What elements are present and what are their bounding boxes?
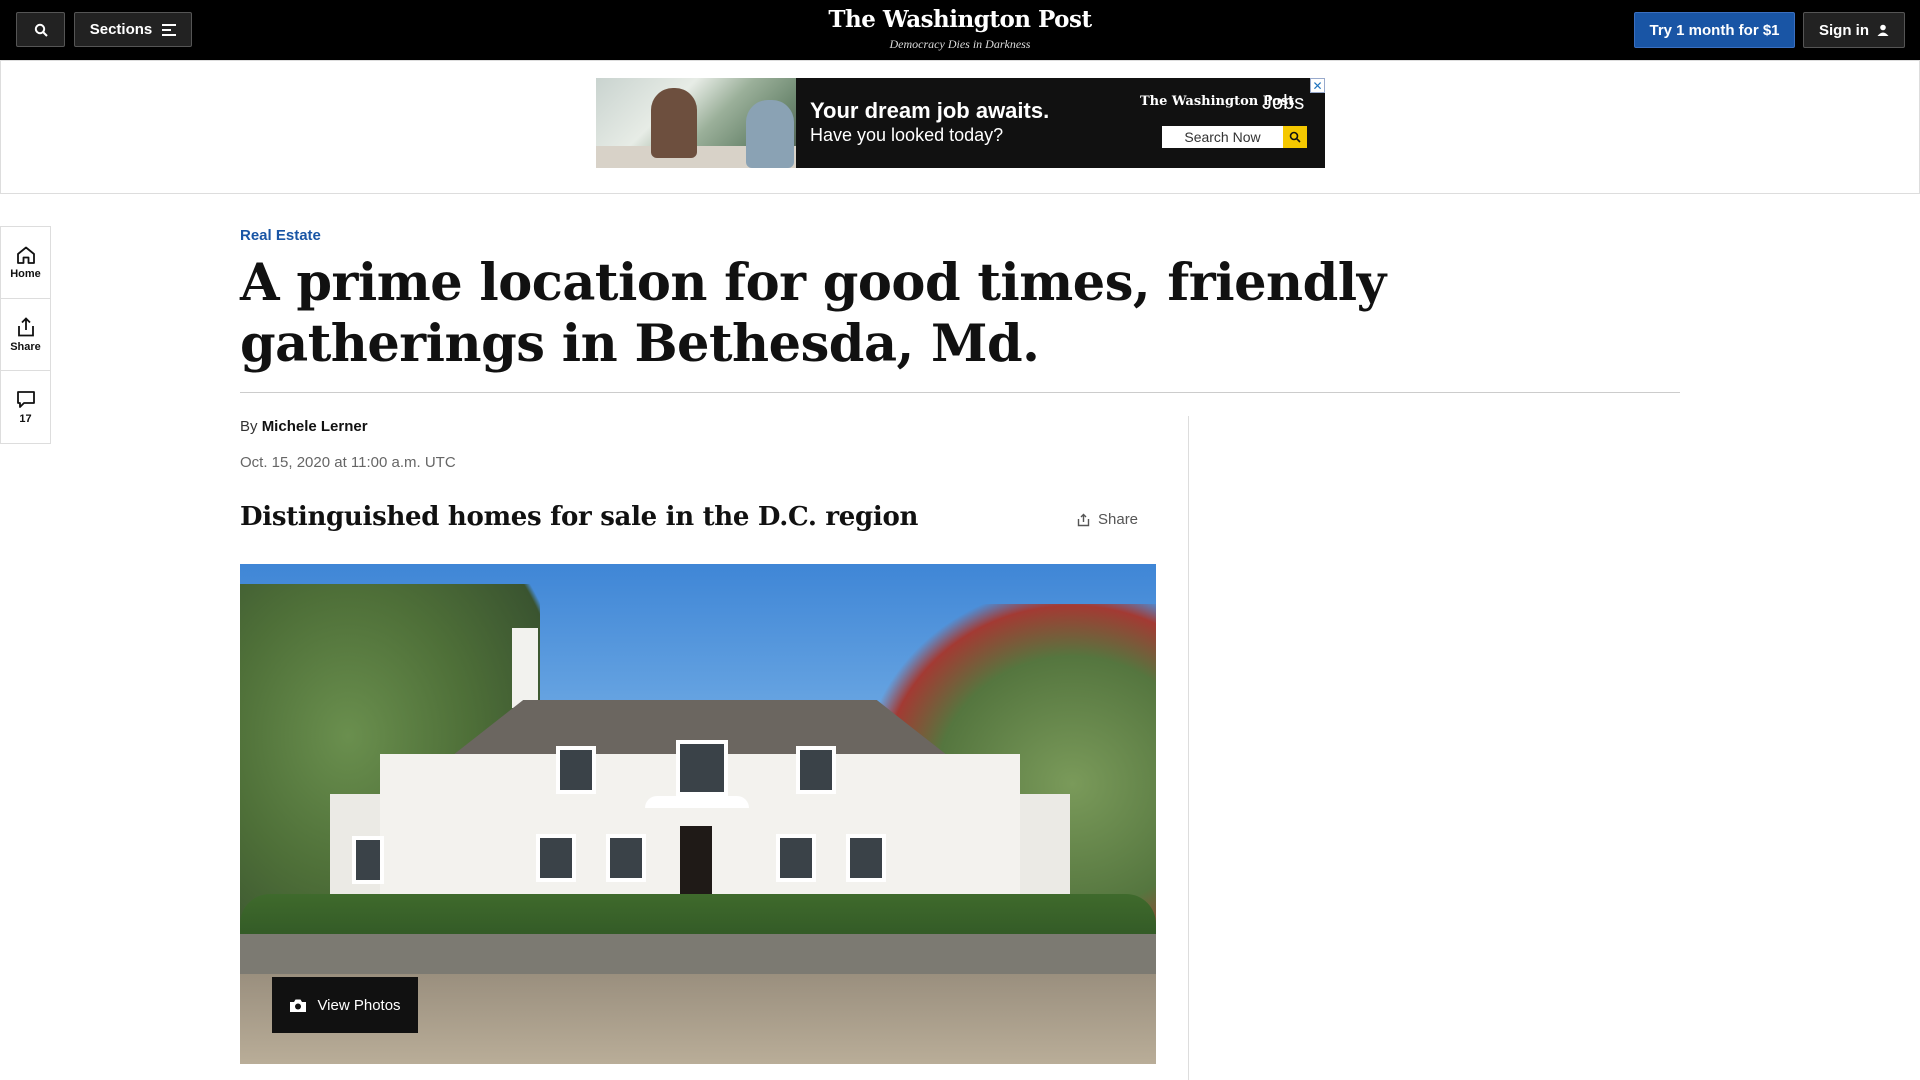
ad-search-button[interactable]: Search Now bbox=[1162, 126, 1307, 148]
hamburger-menu-icon bbox=[162, 21, 177, 39]
byline-prefix: By bbox=[240, 418, 258, 435]
ad-headline: Your dream job awaits. bbox=[810, 98, 1050, 123]
ad-brand-suffix: Jobs bbox=[1262, 92, 1305, 114]
home-icon bbox=[16, 246, 35, 264]
author-link[interactable]: Michele Lerner bbox=[262, 418, 368, 435]
gallery-share-button[interactable]: Share bbox=[1077, 511, 1138, 528]
section-kicker-link[interactable]: Real Estate bbox=[240, 227, 321, 244]
user-icon bbox=[1877, 24, 1889, 36]
house-photo[interactable]: View Photos bbox=[240, 564, 1156, 1064]
rail-home-button[interactable]: Home bbox=[1, 227, 50, 299]
gallery-title: Distinguished homes for sale in the D.C.… bbox=[240, 502, 919, 532]
article-headline: A prime location for good times, friendl… bbox=[240, 253, 1386, 374]
subscribe-button[interactable]: Try 1 month for $1 bbox=[1634, 12, 1795, 48]
column-divider bbox=[1188, 416, 1189, 1080]
headline-divider bbox=[240, 392, 1680, 393]
ad-search-label: Search Now bbox=[1162, 126, 1283, 148]
sign-in-button[interactable]: Sign in bbox=[1803, 12, 1905, 48]
search-icon bbox=[1289, 131, 1301, 143]
rail-home-label: Home bbox=[10, 267, 41, 280]
masthead[interactable]: The Washington Post Democracy Dies in Da… bbox=[760, 6, 1160, 52]
left-action-rail: Home Share 17 bbox=[0, 226, 51, 444]
share-icon bbox=[1077, 513, 1090, 526]
masthead-logo[interactable]: The Washington Post bbox=[760, 6, 1160, 33]
ad-subline: Have you looked today? bbox=[810, 125, 1004, 145]
comment-icon bbox=[16, 390, 35, 408]
gallery-share-label: Share bbox=[1098, 511, 1139, 528]
search-icon bbox=[34, 23, 48, 37]
rail-comments-button[interactable]: 17 bbox=[1, 371, 50, 443]
rail-share-label: Share bbox=[10, 340, 41, 353]
share-icon bbox=[17, 316, 34, 336]
rail-comments-count: 17 bbox=[19, 412, 32, 425]
camera-icon bbox=[290, 999, 307, 1012]
sections-menu-button[interactable]: Sections bbox=[74, 12, 192, 47]
view-photos-label: View Photos bbox=[317, 996, 401, 1014]
ad-container: Your dream job awaits. Have you looked t… bbox=[0, 60, 1920, 194]
ad-photo-handshake bbox=[596, 78, 796, 168]
view-photos-button[interactable]: View Photos bbox=[272, 977, 418, 1033]
sign-in-label: Sign in bbox=[1819, 21, 1869, 39]
search-button[interactable] bbox=[16, 12, 65, 47]
jobs-ad-banner[interactable]: Your dream job awaits. Have you looked t… bbox=[596, 78, 1325, 168]
rail-share-button[interactable]: Share bbox=[1, 299, 50, 371]
byline: By Michele Lerner bbox=[240, 418, 368, 435]
publish-date: Oct. 15, 2020 at 11:00 a.m. UTC bbox=[240, 454, 456, 471]
ad-close-icon[interactable]: ✕ bbox=[1310, 78, 1325, 93]
ad-search-go bbox=[1283, 126, 1307, 148]
sections-label: Sections bbox=[89, 21, 153, 38]
masthead-tagline: Democracy Dies in Darkness bbox=[889, 37, 1031, 51]
top-navigation-bar: Sections The Washington Post Democracy D… bbox=[0, 0, 1920, 60]
